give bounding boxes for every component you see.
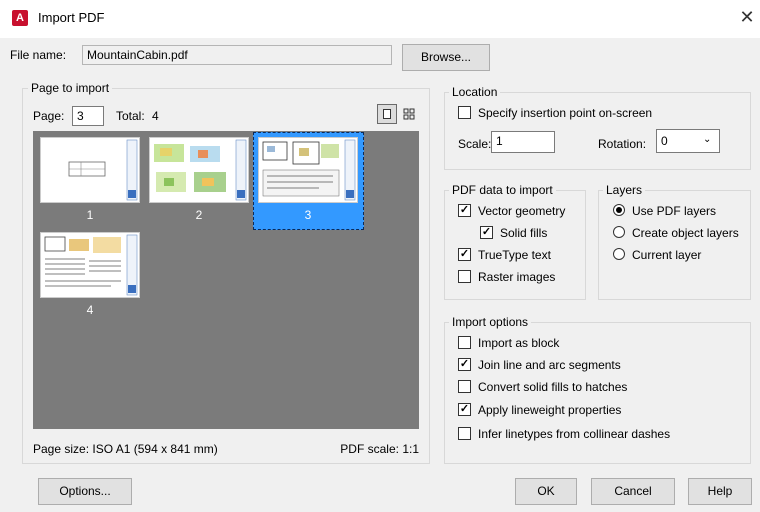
raster-images-label: Raster images [478, 270, 556, 284]
scale-label: Scale: [458, 137, 492, 151]
import-as-block-label: Import as block [478, 336, 560, 350]
specify-insertion-label: Specify insertion point on-screen [478, 106, 653, 120]
total-label: Total: [116, 109, 145, 123]
page-size-text: Page size: ISO A1 (594 x 841 mm) [33, 442, 218, 456]
solid-fills-checkbox[interactable]: ✓ [480, 226, 493, 239]
page-thumbnail-3[interactable] [258, 137, 358, 203]
close-icon[interactable]: ✕ [736, 6, 758, 28]
page-thumbnail-2[interactable] [149, 137, 249, 203]
title-bar [0, 0, 760, 38]
join-segments-checkbox[interactable]: ✓ [458, 358, 471, 371]
layers-label: Layers [603, 183, 646, 197]
browse-button[interactable]: Browse... [402, 44, 490, 71]
convert-fills-checkbox[interactable] [458, 380, 471, 393]
cancel-button[interactable]: Cancel [591, 478, 675, 505]
autocad-app-icon: A [12, 10, 28, 26]
create-object-layers-label: Create object layers [632, 226, 739, 240]
solid-fills-label: Solid fills [500, 226, 548, 240]
apply-lineweight-label: Apply lineweight properties [478, 403, 622, 417]
page-thumbnail-4-label: 4 [86, 303, 94, 317]
grid-view-icon[interactable] [399, 104, 419, 124]
page-thumbnail-2-label: 2 [195, 208, 203, 222]
truetype-text-label: TrueType text [478, 248, 551, 262]
file-name-label: File name: [10, 48, 67, 62]
convert-fills-label: Convert solid fills to hatches [478, 380, 628, 394]
vector-geometry-checkbox[interactable]: ✓ [458, 204, 471, 217]
vector-geometry-label: Vector geometry [478, 204, 566, 218]
ok-button[interactable]: OK [515, 478, 577, 505]
rotation-select[interactable]: 0 ⌄ [656, 129, 720, 153]
pdf-scale-text: PDF scale: 1:1 [340, 442, 419, 456]
use-pdf-layers-label: Use PDF layers [632, 204, 717, 218]
use-pdf-layers-radio[interactable] [613, 204, 625, 216]
page-thumbnail-1[interactable] [40, 137, 140, 203]
pdf-data-label: PDF data to import [449, 183, 556, 197]
import-options-label: Import options [449, 315, 532, 329]
single-view-icon[interactable] [377, 104, 397, 124]
page-to-import-label: Page to import [28, 81, 113, 95]
apply-lineweight-checkbox[interactable]: ✓ [458, 403, 471, 416]
current-layer-label: Current layer [632, 248, 702, 262]
location-label: Location [449, 85, 501, 99]
raster-images-checkbox[interactable] [458, 270, 471, 283]
page-thumbnail-3-label: 3 [304, 208, 312, 222]
page-thumbnail-1-label: 1 [86, 208, 94, 222]
infer-linetypes-label: Infer linetypes from collinear dashes [478, 427, 671, 441]
window-title: Import PDF [38, 10, 105, 25]
create-object-layers-radio[interactable] [613, 226, 625, 238]
truetype-text-checkbox[interactable]: ✓ [458, 248, 471, 261]
file-name-field: MountainCabin.pdf [82, 45, 392, 65]
rotation-value: 0 [661, 134, 668, 148]
join-segments-label: Join line and arc segments [478, 358, 621, 372]
rotation-label: Rotation: [598, 137, 647, 151]
chevron-down-icon: ⌄ [703, 134, 712, 145]
page-number-input[interactable]: 3 [72, 106, 104, 126]
import-as-block-checkbox[interactable] [458, 336, 471, 349]
options-button[interactable]: Options... [38, 478, 132, 505]
page-label: Page: [33, 109, 65, 123]
total-value: 4 [152, 109, 159, 123]
scale-input[interactable]: 1 [491, 131, 555, 153]
infer-linetypes-checkbox[interactable] [458, 427, 471, 440]
help-button[interactable]: Help [688, 478, 752, 505]
specify-insertion-checkbox[interactable] [458, 106, 471, 119]
page-thumbnail-4[interactable] [40, 232, 140, 298]
current-layer-radio[interactable] [613, 248, 625, 260]
